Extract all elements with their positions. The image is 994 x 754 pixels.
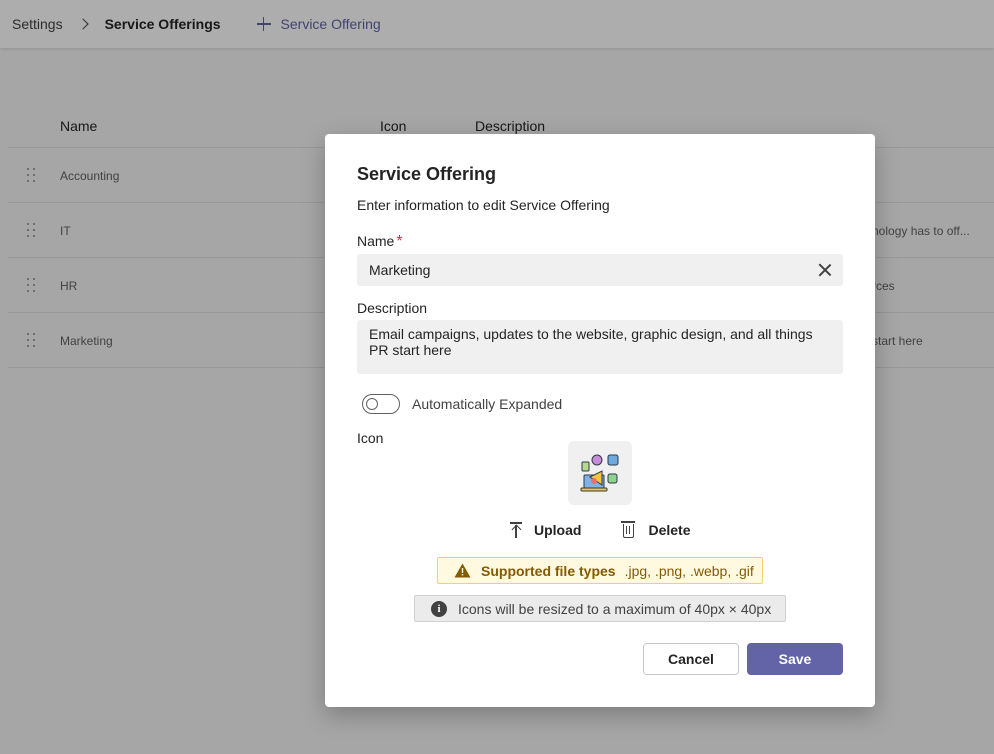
icon-preview bbox=[568, 441, 632, 505]
auto-expand-toggle[interactable] bbox=[362, 394, 400, 414]
info-text: Icons will be resized to a maximum of 40… bbox=[458, 600, 772, 617]
name-label: Name bbox=[357, 233, 395, 249]
warning-title: Supported file types bbox=[481, 562, 616, 579]
icon-actions: Upload Delete bbox=[510, 521, 691, 538]
upload-label: Upload bbox=[534, 522, 582, 538]
auto-expand-label: Automatically Expanded bbox=[412, 396, 563, 412]
delete-button[interactable]: Delete bbox=[621, 521, 691, 538]
delete-label: Delete bbox=[648, 522, 691, 538]
name-label-row: Name * bbox=[357, 233, 843, 251]
warning-icon bbox=[454, 563, 471, 578]
name-input-value: Marketing bbox=[369, 262, 431, 278]
warning-file-types: .jpg, .png, .webp, .gif bbox=[624, 562, 754, 579]
marketing-icon bbox=[580, 454, 619, 492]
description-label: Description bbox=[357, 300, 428, 316]
trash-icon bbox=[621, 521, 636, 538]
close-icon[interactable] bbox=[818, 263, 832, 277]
auto-expand-row: Automatically Expanded bbox=[357, 394, 843, 414]
toggle-knob bbox=[366, 398, 378, 410]
file-types-warning: Supported file types .jpg, .png, .webp, … bbox=[437, 557, 763, 584]
dialog-title: Service Offering bbox=[357, 164, 497, 184]
info-icon: i bbox=[431, 600, 447, 617]
cancel-button[interactable]: Cancel bbox=[643, 643, 739, 675]
name-input[interactable]: Marketing bbox=[357, 254, 843, 286]
required-mark: * bbox=[396, 233, 403, 250]
description-input[interactable]: Email campaigns, updates to the website,… bbox=[357, 320, 843, 374]
upload-icon bbox=[510, 522, 522, 538]
upload-button[interactable]: Upload bbox=[510, 522, 581, 538]
description-input-value: Email campaigns, updates to the website,… bbox=[369, 326, 813, 358]
dialog-subtitle: Enter information to edit Service Offeri… bbox=[357, 197, 610, 213]
modal-backdrop-top bbox=[0, 0, 994, 48]
resize-info-banner: i Icons will be resized to a maximum of … bbox=[414, 595, 786, 622]
save-button[interactable]: Save bbox=[747, 643, 843, 675]
service-offering-dialog: Service Offering Enter information to ed… bbox=[325, 134, 875, 707]
